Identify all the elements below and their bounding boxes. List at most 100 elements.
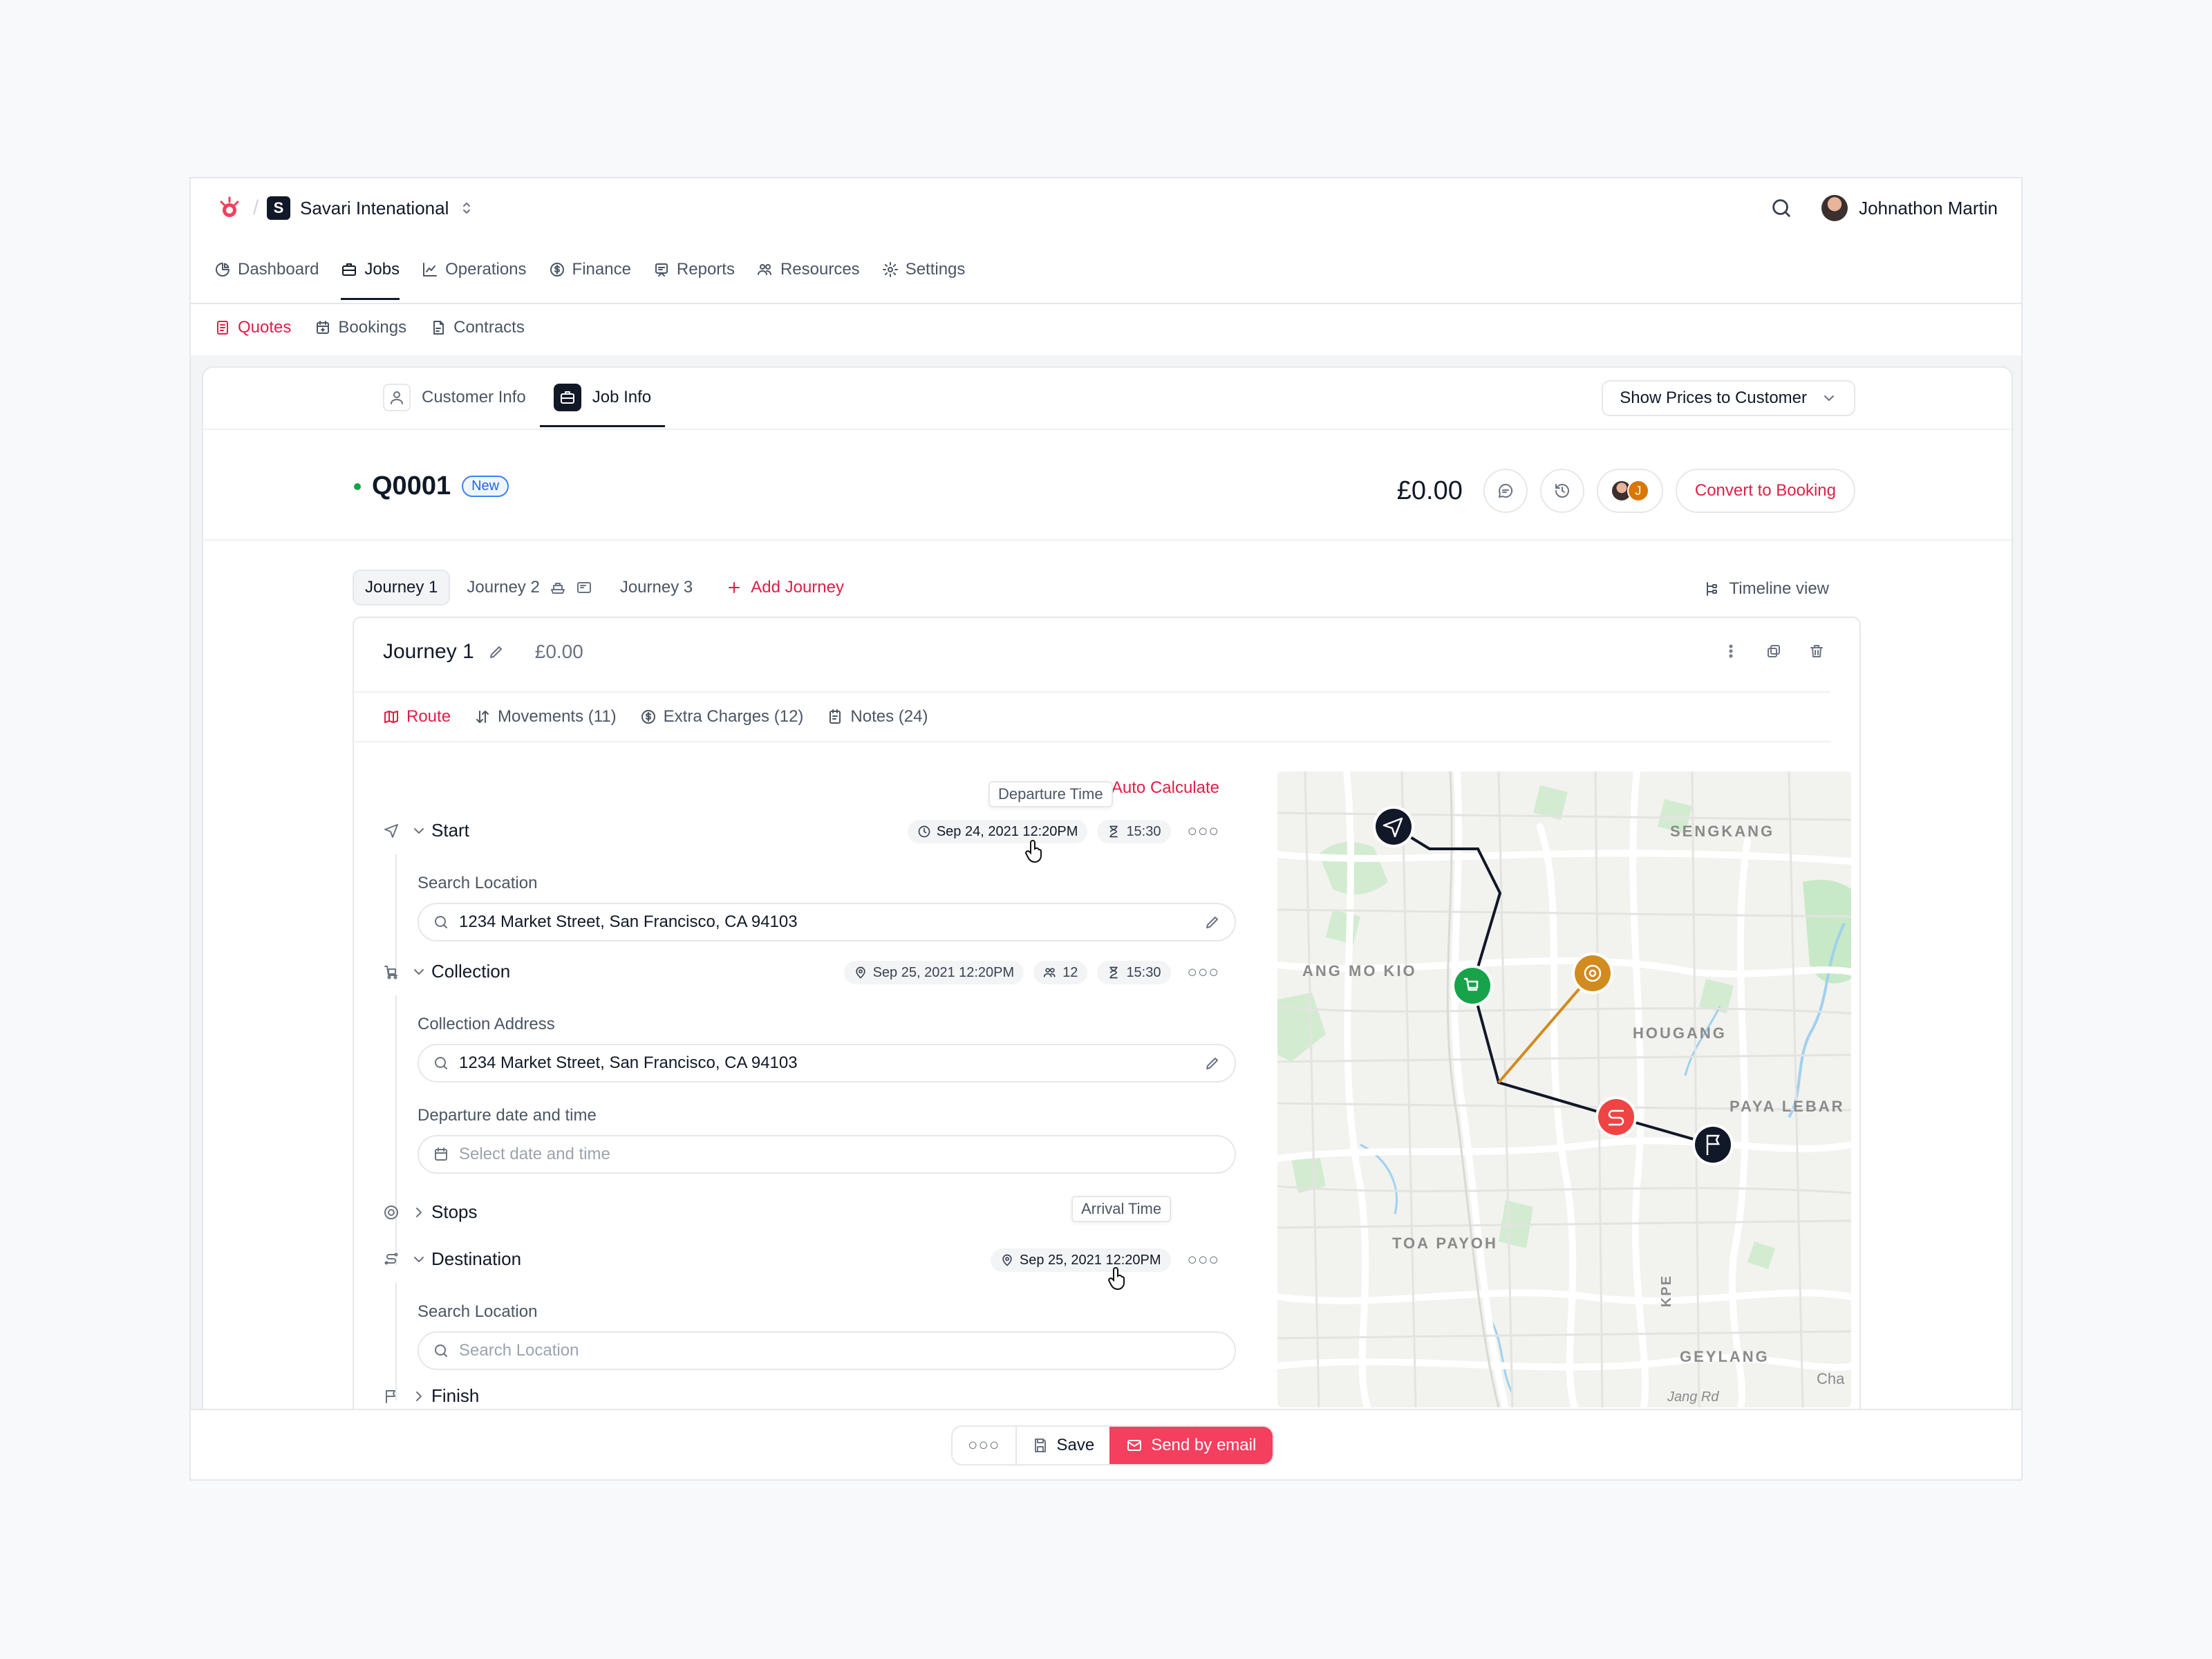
quote-card: Customer Info Job Info Show Prices to Cu…: [202, 366, 2013, 1479]
tab-route[interactable]: Route: [383, 707, 451, 727]
map-canvas: [1277, 771, 1851, 1407]
nav-dashboard[interactable]: Dashboard: [214, 254, 319, 285]
mail-icon: [1127, 1440, 1142, 1451]
tab-label: Movements (11): [498, 707, 617, 726]
assignees-button[interactable]: J: [1596, 469, 1663, 513]
dropdown-value: Show Prices to Customer: [1620, 388, 1807, 407]
start-duration-chip[interactable]: 15:30: [1097, 820, 1171, 843]
journey-tab-2[interactable]: Journey 2: [456, 570, 603, 606]
subnav-bookings[interactable]: Bookings: [315, 318, 406, 337]
collection-duration-chip[interactable]: 15:30: [1097, 961, 1171, 984]
map-label: Cha: [1817, 1370, 1845, 1387]
nav-finance[interactable]: Finance: [549, 254, 631, 285]
send-label: Send by email: [1151, 1436, 1257, 1454]
save-button[interactable]: Save: [1015, 1427, 1110, 1464]
footer-bar: ○○○ Save Send by email: [191, 1409, 2021, 1479]
start-date-chip[interactable]: Sep 24, 2021 12:20PM: [907, 820, 1088, 843]
save-icon: [1034, 1438, 1046, 1452]
history-button[interactable]: [1539, 469, 1584, 513]
convert-to-booking-button[interactable]: Convert to Booking: [1675, 469, 1855, 513]
add-journey-button[interactable]: Add Journey: [726, 578, 844, 597]
tab-job-info[interactable]: Job Info: [539, 368, 666, 427]
nav-reports[interactable]: Reports: [653, 254, 735, 285]
pencil-icon[interactable]: [1204, 914, 1221, 930]
route-map[interactable]: SENGKANG ANG MO KIO HOUGANG PAYA LEBAR T…: [1277, 771, 1851, 1407]
chevron-down-icon[interactable]: [411, 1251, 431, 1268]
nav-settings[interactable]: Settings: [882, 254, 965, 285]
chevron-down-icon[interactable]: [411, 964, 431, 980]
tab-movements[interactable]: Movements (11): [474, 707, 617, 727]
step-guide-line: [395, 1283, 397, 1400]
user-menu[interactable]: Johnathon Martin: [1821, 195, 1998, 221]
collection-pin[interactable]: [1452, 965, 1493, 1006]
status-badge: New: [462, 476, 509, 497]
notes-icon: [830, 709, 841, 724]
nav-jobs[interactable]: Jobs: [341, 254, 400, 300]
calendar-icon: [435, 1147, 447, 1161]
search-icon: [435, 1344, 447, 1357]
finish-pin[interactable]: [1692, 1124, 1734, 1165]
users-icon: [757, 264, 771, 275]
breadcrumb-separator: /: [253, 196, 259, 219]
subnav-contracts[interactable]: Contracts: [430, 318, 525, 337]
tab-notes[interactable]: Notes (24): [827, 707, 928, 727]
start-pin[interactable]: [1373, 806, 1414, 847]
pencil-icon[interactable]: [1204, 1055, 1221, 1071]
journey-tab-3[interactable]: Journey 3: [609, 570, 704, 606]
show-prices-dropdown[interactable]: Show Prices to Customer: [1602, 380, 1855, 416]
destination-pin[interactable]: [1595, 1096, 1637, 1138]
tab-extra-charges[interactable]: Extra Charges (12): [640, 707, 803, 727]
step-finish[interactable]: Finish: [383, 1385, 479, 1407]
duplicate-icon[interactable]: [1765, 643, 1782, 659]
collection-date-chip[interactable]: Sep 25, 2021 12:20PM: [843, 961, 1024, 984]
sort-arrows-icon: [476, 711, 489, 723]
sub-nav: Quotes Bookings Contracts: [214, 318, 548, 337]
more-horizontal-icon[interactable]: ○○○: [1188, 822, 1220, 841]
tab-customer-info[interactable]: Customer Info: [369, 368, 540, 427]
brand-logo-icon[interactable]: [216, 195, 243, 223]
nav-resources[interactable]: Resources: [757, 254, 860, 285]
step-destination[interactable]: Destination: [383, 1248, 521, 1270]
send-by-email-button[interactable]: Send by email: [1109, 1427, 1273, 1464]
journey-label: Journey 2: [467, 578, 540, 597]
journey-label: Journey 1: [365, 578, 438, 597]
subnav-label: Quotes: [238, 318, 292, 337]
departure-datetime-input[interactable]: Select date and time: [418, 1135, 1236, 1174]
collection-address-input[interactable]: 1234 Market Street, San Francisco, CA 94…: [418, 1044, 1236, 1082]
pencil-icon[interactable]: [488, 644, 505, 660]
step-label: Collection: [431, 961, 511, 982]
trash-icon[interactable]: [1808, 643, 1825, 659]
divider: [191, 303, 2021, 304]
step-start[interactable]: Start: [383, 820, 469, 841]
start-location-input[interactable]: 1234 Market Street, San Francisco, CA 94…: [418, 903, 1236, 941]
subnav-quotes[interactable]: Quotes: [214, 318, 291, 337]
journey-actions: [1723, 643, 1825, 659]
nav-operations[interactable]: Operations: [422, 254, 527, 285]
destination-date-chip[interactable]: Sep 25, 2021 12:20PM: [990, 1248, 1171, 1272]
chevron-right-icon[interactable]: [411, 1388, 431, 1405]
more-actions-button[interactable]: ○○○: [953, 1427, 1015, 1464]
input-value: 1234 Market Street, San Francisco, CA 94…: [459, 1053, 798, 1072]
destination-location-input[interactable]: Search Location: [418, 1331, 1236, 1370]
input-placeholder: Select date and time: [459, 1145, 610, 1163]
step-collection[interactable]: Collection: [383, 961, 510, 982]
step-stops[interactable]: Stops: [383, 1201, 478, 1223]
more-vertical-icon[interactable]: [1723, 643, 1739, 659]
plus-icon: [729, 582, 740, 593]
dollar-circle-icon: [641, 710, 655, 724]
collection-passengers-chip[interactable]: 12: [1033, 961, 1088, 984]
app-window: / S Savari Intenational Johnathon Martin…: [189, 177, 2023, 1481]
org-switcher[interactable]: S Savari Intenational: [267, 196, 475, 220]
more-horizontal-icon[interactable]: ○○○: [1188, 963, 1220, 982]
chip-text: 15:30: [1126, 823, 1161, 839]
map-label: GEYLANG: [1680, 1348, 1770, 1365]
chevron-down-icon[interactable]: [411, 823, 431, 839]
chat-button[interactable]: [1483, 469, 1528, 513]
search-icon[interactable]: [1770, 196, 1793, 220]
journey-tab-1[interactable]: Journey 1: [353, 570, 451, 606]
quote-doc-icon: [217, 321, 228, 335]
more-horizontal-icon[interactable]: ○○○: [1188, 1250, 1220, 1270]
timeline-view-button[interactable]: Timeline view: [1703, 579, 1829, 599]
chevron-right-icon[interactable]: [411, 1204, 431, 1221]
stop-pin[interactable]: [1572, 953, 1613, 994]
